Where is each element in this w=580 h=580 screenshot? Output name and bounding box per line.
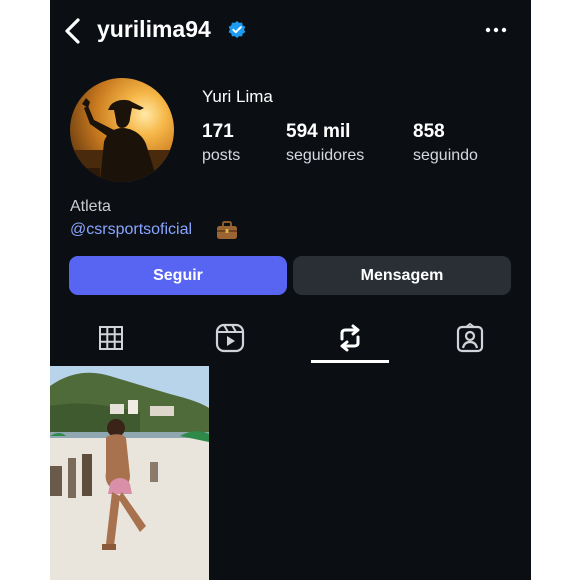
- post-thumbnail[interactable]: [50, 366, 209, 580]
- tagged-icon[interactable]: [455, 322, 485, 354]
- stat-following-label: seguindo: [413, 147, 478, 164]
- briefcase-icon: [217, 221, 237, 239]
- bio-category: Atleta: [70, 198, 111, 215]
- active-tab-indicator: [311, 360, 389, 363]
- profile-screen: yurilima94 Yuri Lima 171 posts 594 mil s…: [50, 0, 531, 580]
- stat-posts[interactable]: 171 posts: [202, 121, 240, 165]
- follow-button[interactable]: Seguir: [69, 256, 287, 295]
- stat-followers[interactable]: 594 mil seguidores: [286, 121, 364, 165]
- top-bar: yurilima94: [50, 0, 531, 62]
- stat-posts-value: 171: [202, 121, 234, 142]
- bio-link[interactable]: @csrsportsoficial: [70, 221, 192, 239]
- stat-posts-label: posts: [202, 147, 241, 164]
- grid-icon[interactable]: [96, 322, 126, 354]
- stat-followers-label: seguidores: [286, 147, 365, 164]
- full-name: Yuri Lima: [202, 87, 273, 106]
- stat-following[interactable]: 858 seguindo: [413, 121, 478, 165]
- reposts-icon[interactable]: [335, 322, 365, 354]
- post-image: [50, 366, 209, 580]
- username: yurilima94: [97, 16, 211, 42]
- verified-badge-icon: [228, 21, 246, 38]
- avatar[interactable]: [70, 78, 174, 182]
- stat-followers-value: 594 mil: [286, 121, 351, 142]
- reels-icon[interactable]: [215, 322, 245, 354]
- chevron-left-icon[interactable]: [62, 17, 84, 45]
- avatar-image: [70, 78, 174, 182]
- message-button[interactable]: Mensagem: [293, 256, 511, 295]
- stat-following-value: 858: [413, 121, 445, 142]
- more-horizontal-icon[interactable]: [485, 20, 507, 40]
